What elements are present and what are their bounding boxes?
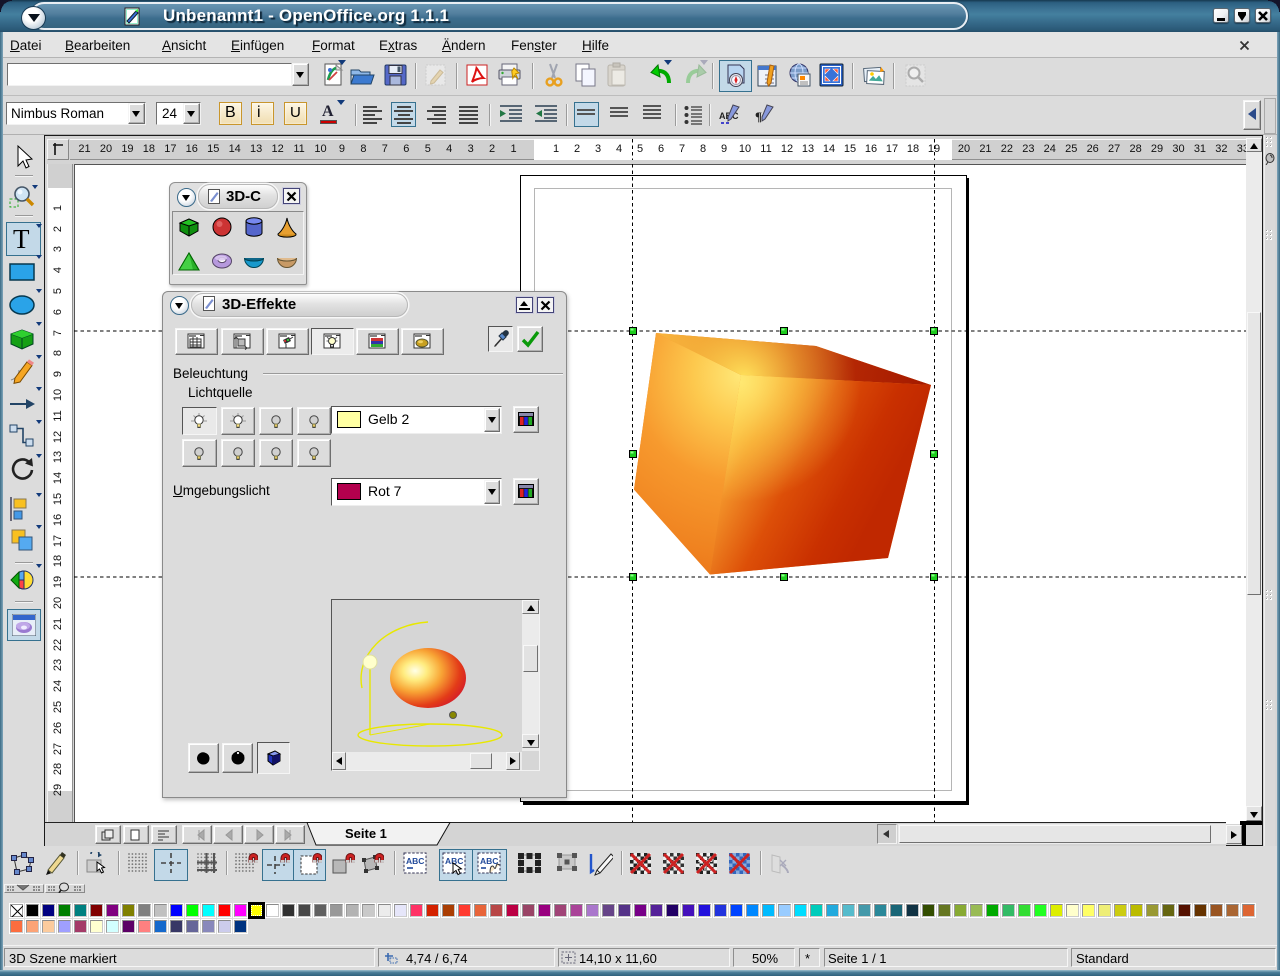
- svg-text:ABC: ABC: [480, 856, 498, 866]
- svg-text:ABC: ABC: [406, 856, 424, 866]
- svg-text:¶: ¶: [755, 109, 762, 124]
